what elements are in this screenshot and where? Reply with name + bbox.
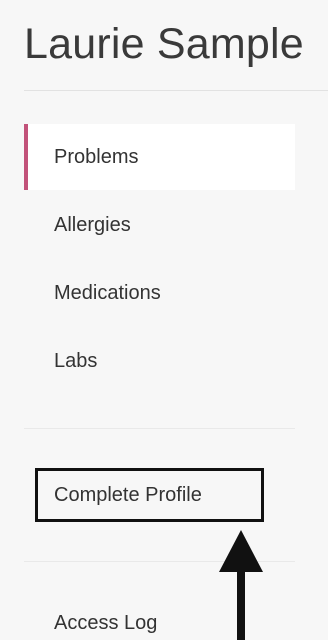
complete-profile-label: Complete Profile bbox=[54, 483, 202, 506]
nav-item-labs[interactable]: Labs bbox=[24, 328, 295, 394]
nav-item-problems[interactable]: Problems bbox=[24, 124, 295, 190]
nav-item-label: Allergies bbox=[54, 213, 131, 236]
nav-item-medications[interactable]: Medications bbox=[24, 260, 295, 326]
header-divider bbox=[24, 90, 328, 91]
complete-profile-link[interactable]: Complete Profile bbox=[35, 468, 264, 522]
nav-item-label: Labs bbox=[54, 349, 98, 372]
arrow-up-icon bbox=[219, 530, 263, 640]
nav-item-label: Problems bbox=[54, 145, 139, 168]
patient-name: Laurie Sample bbox=[24, 20, 304, 68]
access-log-link[interactable]: Access Log bbox=[54, 612, 157, 635]
section-divider bbox=[24, 428, 295, 429]
nav-item-label: Medications bbox=[54, 281, 161, 304]
nav-item-allergies[interactable]: Allergies bbox=[24, 192, 295, 258]
sidebar-nav: Problems Allergies Medications Labs bbox=[24, 124, 295, 394]
